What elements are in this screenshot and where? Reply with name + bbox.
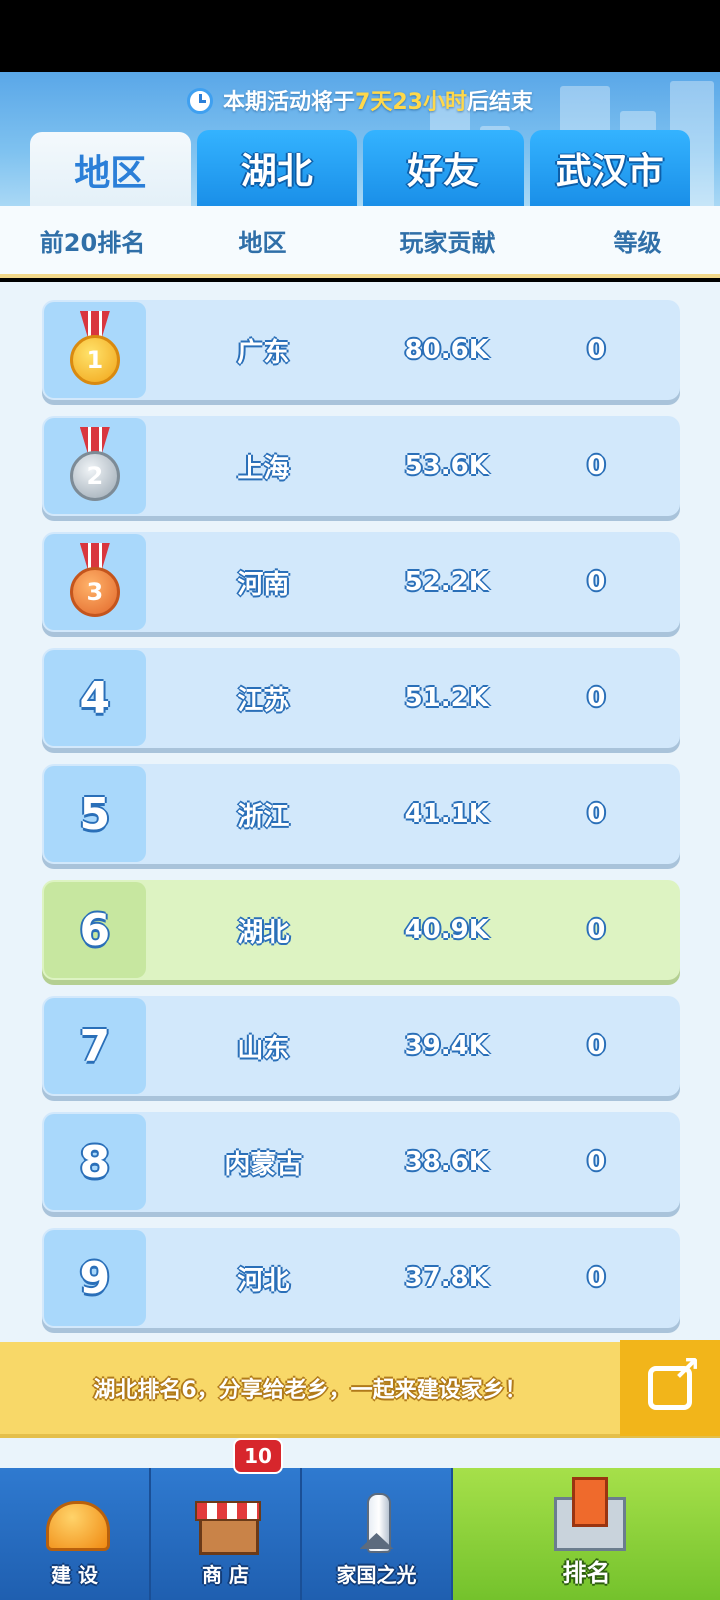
nav-glory[interactable]: 家国之光 — [302, 1468, 453, 1600]
shop-icon — [191, 1493, 261, 1555]
helmet-icon — [40, 1493, 110, 1555]
level-value: 0 — [587, 1147, 606, 1177]
status-bar — [0, 0, 720, 72]
region-name: 湖北 — [237, 917, 290, 948]
table-row[interactable]: 9 河北 37.8K 0 — [42, 1228, 680, 1328]
rank-number: 9 — [79, 1252, 111, 1304]
region-name: 内蒙古 — [224, 1149, 303, 1180]
contribution-value: 39.4K — [404, 1031, 489, 1061]
rank-number: 1 — [69, 335, 120, 385]
trophy-icon — [546, 1475, 628, 1551]
level-value: 0 — [587, 1263, 606, 1293]
contribution-value: 51.2K — [404, 683, 489, 713]
ranking-tabs: 地区 湖北 好友 武汉市 — [30, 130, 690, 208]
table-row[interactable]: 5 浙江 41.1K 0 — [42, 764, 680, 864]
gold-medal-icon: 1 — [68, 311, 122, 389]
rank-number: 3 — [69, 567, 120, 617]
contribution-value: 37.8K — [404, 1263, 489, 1293]
header-level: 等级 — [613, 228, 662, 257]
table-row-current-player[interactable]: 6 湖北 40.9K 0 — [42, 880, 680, 980]
silver-medal-icon: 2 — [68, 427, 122, 505]
rank-cell: 6 — [44, 882, 146, 978]
level-value: 0 — [587, 1031, 606, 1061]
rank-cell: 7 — [44, 998, 146, 1094]
countdown-suffix: 后结束 — [466, 90, 533, 115]
tab-friends[interactable]: 好友 — [363, 130, 524, 206]
nav-shop-label: 商 店 — [202, 1563, 249, 1587]
tab-hubei[interactable]: 湖北 — [196, 130, 357, 206]
nav-ranking[interactable]: 排名 — [453, 1468, 720, 1600]
level-value: 0 — [587, 915, 606, 945]
table-row[interactable]: 2 上海 53.6K 0 — [42, 416, 680, 516]
table-row[interactable]: 7 山东 39.4K 0 — [42, 996, 680, 1096]
nav-build-label: 建 设 — [51, 1563, 98, 1587]
nav-build[interactable]: 建 设 — [0, 1468, 151, 1600]
countdown-text: 本期活动将于7天23小时后结束 — [0, 84, 720, 116]
tab-wuhan[interactable]: 武汉市 — [529, 130, 690, 206]
notification-badge: 10 — [233, 1438, 283, 1474]
contribution-value: 41.1K — [404, 799, 489, 829]
bottom-nav: 建 设 10 商 店 家国之光 排名 — [0, 1438, 720, 1600]
countdown-remaining: 7天23小时 — [355, 90, 467, 115]
region-name: 江苏 — [237, 685, 290, 716]
rank-cell: 1 — [44, 302, 146, 398]
rank-number: 5 — [79, 788, 111, 840]
rank-cell: 2 — [44, 418, 146, 514]
level-value: 0 — [587, 451, 606, 481]
contribution-value: 38.6K — [404, 1147, 489, 1177]
region-name: 山东 — [237, 1033, 290, 1064]
share-button[interactable] — [620, 1340, 720, 1436]
share-bar: 湖北排名6，分享给老乡，一起来建设家乡！ — [0, 1340, 720, 1438]
table-row[interactable]: 1 广东 80.6K 0 — [42, 300, 680, 400]
level-value: 0 — [587, 567, 606, 597]
rank-cell: 8 — [44, 1114, 146, 1210]
header-contribution: 玩家贡献 — [399, 228, 496, 257]
header-rank: 前20排名 — [39, 228, 146, 257]
rank-number: 4 — [79, 672, 111, 724]
rank-cell: 4 — [44, 650, 146, 746]
rank-number: 6 — [79, 904, 111, 956]
rank-cell: 3 — [44, 534, 146, 630]
contribution-value: 52.2K — [404, 567, 489, 597]
rank-cell: 9 — [44, 1230, 146, 1326]
table-header: 前20排名 地区 玩家贡献 等级 — [0, 206, 720, 278]
rocket-icon — [342, 1493, 412, 1555]
clock-icon — [187, 88, 214, 114]
nav-glory-label: 家国之光 — [336, 1563, 417, 1587]
share-icon — [648, 1349, 701, 1410]
region-name: 浙江 — [237, 801, 290, 832]
level-value: 0 — [587, 683, 606, 713]
region-name: 河北 — [237, 1265, 290, 1296]
region-name: 河南 — [237, 569, 290, 600]
region-name: 上海 — [237, 453, 290, 484]
nav-ranking-label: 排名 — [562, 1559, 611, 1587]
countdown-prefix: 本期活动将于 — [223, 90, 356, 115]
rank-cell: 5 — [44, 766, 146, 862]
level-value: 0 — [587, 799, 606, 829]
divider — [0, 1438, 720, 1468]
table-row[interactable]: 4 江苏 51.2K 0 — [42, 648, 680, 748]
bronze-medal-icon: 3 — [68, 543, 122, 621]
region-name: 广东 — [237, 337, 290, 368]
table-row[interactable]: 8 内蒙古 38.6K 0 — [42, 1112, 680, 1212]
share-message: 湖北排名6，分享给老乡，一起来建设家乡！ — [93, 1378, 527, 1403]
level-value: 0 — [587, 335, 606, 365]
rank-number: 7 — [79, 1020, 111, 1072]
table-row[interactable]: 3 河南 52.2K 0 — [42, 532, 680, 632]
rank-number: 2 — [69, 451, 120, 501]
contribution-value: 40.9K — [404, 915, 489, 945]
contribution-value: 53.6K — [404, 451, 489, 481]
ranking-list[interactable]: 1 广东 80.6K 0 2 上海 53.6K 0 3 河南 52.2K 0 4… — [0, 282, 720, 1342]
tab-region[interactable]: 地区 — [30, 132, 191, 208]
header-region: 地区 — [238, 228, 287, 257]
contribution-value: 80.6K — [404, 335, 489, 365]
nav-shop[interactable]: 10 商 店 — [151, 1438, 302, 1600]
rank-number: 8 — [79, 1136, 111, 1188]
